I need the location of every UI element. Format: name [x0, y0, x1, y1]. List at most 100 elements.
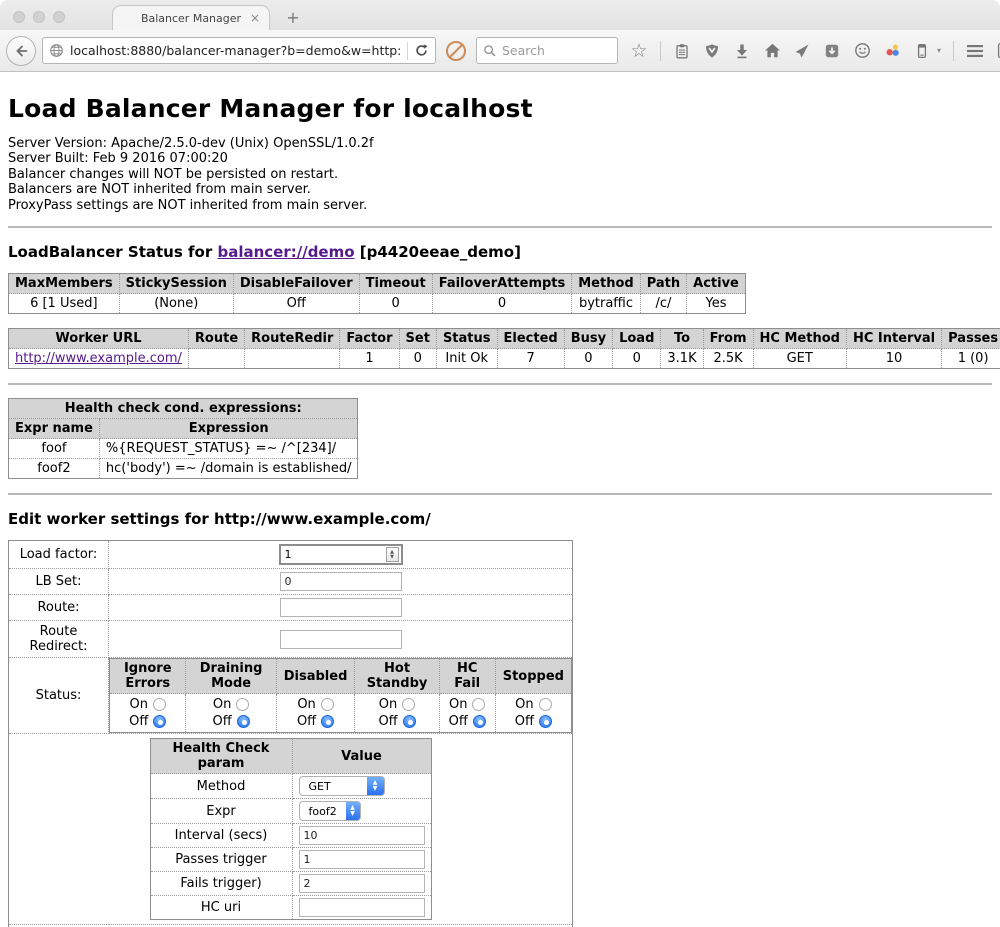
col-hot-standby: Hot Standby — [355, 659, 439, 694]
cell-busy: 0 — [564, 349, 612, 369]
cell-load: 0 — [613, 349, 661, 369]
passes-input[interactable] — [299, 850, 425, 869]
send-icon[interactable] — [793, 42, 811, 60]
on-label: On — [297, 696, 315, 713]
form-row-load-factor: Load factor: ▲▼ — [9, 541, 573, 569]
stopped-off-radio[interactable] — [539, 715, 552, 728]
hc-expr-title: Health check cond. expressions: — [9, 399, 358, 419]
tab-close-icon[interactable]: × — [250, 11, 260, 25]
load-factor-input[interactable] — [281, 548, 386, 561]
hot-standby-on-radio[interactable] — [402, 698, 415, 711]
window-controls[interactable] — [13, 11, 65, 23]
off-label: Off — [515, 713, 534, 730]
new-tab-button[interactable]: + — [283, 8, 303, 27]
stopped-on-radio[interactable] — [539, 698, 552, 711]
chevron-down-icon[interactable]: ▾ — [937, 46, 941, 55]
off-label: Off — [378, 713, 397, 730]
search-input[interactable] — [502, 43, 602, 58]
expr-select[interactable]: foof2 ▲▼ — [299, 801, 361, 821]
route-input[interactable] — [280, 598, 402, 617]
color-dots-extension-icon[interactable] — [883, 42, 901, 60]
device-icon[interactable] — [913, 42, 931, 60]
table-title-row: Health check cond. expressions: — [9, 399, 358, 419]
expr-select-value: foof2 — [300, 802, 346, 820]
zoom-window-button[interactable] — [53, 11, 65, 23]
col-route: Route — [188, 329, 244, 349]
col-disablefailover: DisableFailover — [233, 274, 359, 294]
disabled-on-radio[interactable] — [321, 698, 334, 711]
hcparam-row-hc-uri: HC uri — [150, 896, 431, 920]
reload-icon[interactable] — [414, 43, 429, 58]
load-factor-label: Load factor: — [9, 541, 109, 569]
clipboard-icon[interactable] — [673, 42, 691, 60]
proxypass-note-line: ProxyPass settings are NOT inherited fro… — [8, 198, 992, 213]
persist-note-line: Balancer changes will NOT be persisted o… — [8, 167, 992, 182]
ignore-errors-on-radio[interactable] — [153, 698, 166, 711]
disabled-off-radio[interactable] — [321, 715, 334, 728]
toolbar-separator-2 — [953, 41, 954, 61]
back-arrow-icon — [13, 43, 29, 59]
col-hc-interval: HC Interval — [846, 329, 941, 349]
tab-balancer-manager[interactable]: Balancer Manager × — [112, 5, 270, 30]
route-redirect-input[interactable] — [280, 630, 402, 649]
status-cell-ignore-errors: On Off — [110, 694, 186, 733]
url-bar[interactable]: localhost:8880/balancer-manager?b=demo&w… — [42, 37, 436, 64]
hc-fail-off-radio[interactable] — [473, 715, 486, 728]
hcparam-row-expr: Expr foof2 ▲▼ — [150, 799, 431, 824]
load-factor-input-wrap: ▲▼ — [279, 544, 403, 565]
cell-method: bytraffic — [572, 294, 640, 314]
method-select[interactable]: GET ▲▼ — [299, 776, 385, 796]
select-stepper-icon: ▲▼ — [346, 802, 360, 820]
off-label: Off — [129, 713, 148, 730]
health-check-param-table: Health Check param Value Method GET ▲▼ — [150, 738, 432, 920]
draining-mode-on-radio[interactable] — [236, 698, 249, 711]
minimize-window-button[interactable] — [33, 11, 45, 23]
feedback-smiley-icon[interactable] — [853, 42, 871, 60]
col-timeout: Timeout — [359, 274, 432, 294]
hcparam-row-fails: Fails trigger) — [150, 872, 431, 896]
home-icon[interactable] — [763, 42, 781, 60]
browser-window: Balancer Manager × + localhost:8880/bala… — [0, 0, 1000, 927]
col-worker-url: Worker URL — [9, 329, 189, 349]
worker-url-link[interactable]: http://www.example.com/ — [15, 351, 182, 366]
passes-label: Passes trigger — [150, 848, 292, 872]
hot-standby-off-radio[interactable] — [403, 715, 416, 728]
hcparam-row-passes: Passes trigger — [150, 848, 431, 872]
col-value: Value — [292, 739, 431, 774]
heading-suffix: [p4420eeae_demo] — [360, 243, 521, 261]
form-row-route: Route: — [9, 595, 573, 621]
url-text[interactable]: localhost:8880/balancer-manager?b=demo&w… — [70, 43, 401, 58]
search-icon — [483, 44, 497, 58]
shield-icon[interactable] — [703, 42, 721, 60]
status-cell-hc-fail: On Off — [439, 694, 495, 733]
cell-active: Yes — [687, 294, 746, 314]
interval-input[interactable] — [299, 826, 425, 845]
download-icon[interactable] — [733, 42, 751, 60]
menu-icon[interactable] — [966, 42, 984, 60]
plugin-blocked-icon[interactable] — [446, 41, 466, 61]
number-stepper-icon[interactable]: ▲▼ — [386, 547, 399, 562]
pocket-icon[interactable] — [823, 42, 841, 60]
bookmark-star-icon[interactable]: ☆ — [630, 42, 648, 60]
balancer-demo-link[interactable]: balancer://demo — [217, 243, 354, 261]
lb-set-input[interactable] — [280, 572, 402, 591]
form-row-health-params: Health Check param Value Method GET ▲▼ — [9, 734, 573, 925]
cell-from: 2.5K — [703, 349, 753, 369]
ignore-errors-off-radio[interactable] — [153, 715, 166, 728]
fails-input[interactable] — [299, 874, 425, 893]
divider — [8, 493, 992, 495]
cell-routeredir — [245, 349, 340, 369]
hc-fail-on-radio[interactable] — [472, 698, 485, 711]
draining-mode-off-radio[interactable] — [237, 715, 250, 728]
col-hc-fail: HC Fail — [439, 659, 495, 694]
col-disabled: Disabled — [276, 659, 355, 694]
hc-uri-input[interactable] — [299, 898, 425, 917]
inherit-note-line: Balancers are NOT inherited from main se… — [8, 182, 992, 197]
close-window-button[interactable] — [13, 11, 25, 23]
cell-hc-method: GET — [753, 349, 846, 369]
cell-status: Init Ok — [436, 349, 497, 369]
on-label: On — [129, 696, 147, 713]
sidebar-grid-icon[interactable] — [996, 42, 1000, 60]
back-button[interactable] — [6, 36, 36, 66]
search-box[interactable] — [476, 37, 618, 64]
